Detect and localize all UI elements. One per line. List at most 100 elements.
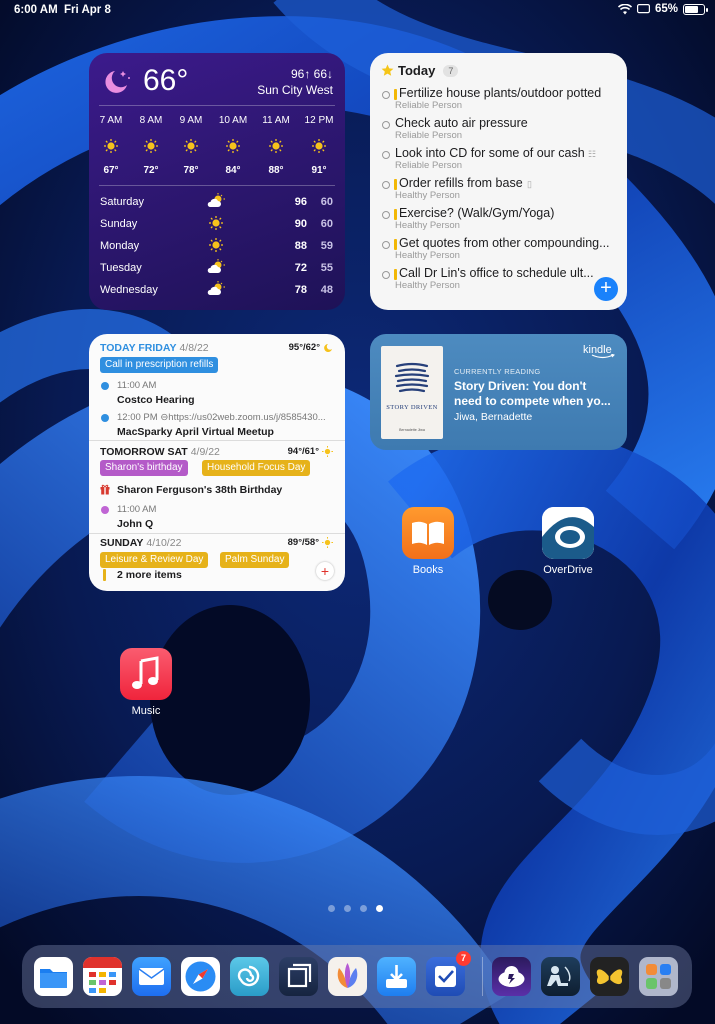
safari-app-icon[interactable] (181, 957, 220, 996)
calendar-event[interactable]: 11:00 AM Costco Hearing (100, 380, 340, 408)
calendar-event[interactable]: Sharon Ferguson's 38th Birthday (100, 484, 340, 498)
reminder-item[interactable]: Get quotes from other compounding... Hea… (382, 235, 618, 265)
reminder-checkbox[interactable] (382, 211, 390, 219)
flag-icon (394, 209, 397, 220)
reminder-checkbox[interactable] (382, 271, 390, 279)
reminder-item[interactable]: Fertilize house plants/outdoor potted Re… (382, 85, 618, 115)
sunday-weather: 89°/58° (288, 537, 333, 548)
current-temperature: 66° (143, 64, 189, 97)
reminder-item[interactable]: Order refills from base ▯ Healthy Person (382, 175, 618, 205)
window-icon (287, 963, 312, 988)
book-title-line2: need to compete when yo... (454, 394, 611, 408)
grid-icon (646, 964, 671, 989)
reminders-widget[interactable]: Today 7 Fertilize house plants/outdoor p… (370, 53, 627, 310)
day-high: 96 (294, 196, 307, 208)
tomorrow-label: TOMORROW SAT (100, 446, 188, 458)
books-label: Books (412, 564, 444, 576)
divider (89, 440, 345, 441)
event-name: Costco Hearing (117, 394, 195, 406)
files-app-icon[interactable] (34, 957, 73, 996)
reminder-title: Get quotes from other compounding... (399, 236, 610, 250)
reminder-checkbox[interactable] (382, 241, 390, 249)
book-author: Jiwa, Bernadette (454, 411, 533, 423)
reminder-checkbox[interactable] (382, 151, 390, 159)
event-chip[interactable]: Palm Sunday (220, 552, 290, 568)
app-library-icon[interactable] (639, 957, 678, 996)
sun-icon (269, 139, 283, 153)
bridge-app-icon[interactable] (230, 957, 269, 996)
more-items[interactable]: 2 more items (100, 569, 340, 583)
event-chip[interactable]: Household Focus Day (202, 460, 311, 476)
kindle-widget[interactable]: STORY DRIVEN Bernadette Jiwa kindle CURR… (370, 334, 627, 450)
cloud-app-icon[interactable] (492, 957, 531, 996)
event-chip[interactable]: Call in prescription refills (100, 357, 219, 373)
flag-icon (394, 239, 397, 250)
calendar-event[interactable]: 11:00 AM John Q (100, 504, 340, 532)
reminder-item[interactable]: Exercise? (Walk/Gym/Yoga) Healthy Person (382, 205, 618, 235)
reminders-header[interactable]: Today 7 (381, 63, 459, 78)
reminder-list: Healthy Person (395, 220, 460, 231)
overdrive-app-icon[interactable]: OverDrive (536, 507, 600, 576)
today-weather: 95°/62° (289, 342, 333, 353)
status-date: Fri Apr 8 (64, 4, 111, 16)
transloader-app-icon[interactable] (377, 957, 416, 996)
day-high: 88 (294, 240, 307, 252)
calendar-event[interactable]: 12:00 PM ⊖https://us02web.zoom.us/j/8585… (100, 412, 340, 440)
weather-widget[interactable]: 66° 96↑ 66↓ Sun City West 7 AM 67° 8 AM … (89, 53, 345, 310)
battery-percent: 65% (654, 3, 678, 15)
add-reminder-button[interactable]: + (594, 277, 618, 301)
moon-icon (324, 343, 332, 352)
page-dot[interactable] (328, 905, 335, 912)
tes-app-icon[interactable] (590, 957, 629, 996)
page-dot[interactable] (360, 905, 367, 912)
reminder-title: Call Dr Lin's office to schedule ult... (399, 266, 594, 280)
reminder-checkbox[interactable] (382, 181, 390, 189)
day-row: Wednesday 78 48 (89, 281, 345, 299)
sun-icon (322, 446, 333, 457)
music-app-icon[interactable]: Music (114, 648, 178, 717)
reminder-checkbox[interactable] (382, 121, 390, 129)
books-app-icon[interactable]: Books (396, 507, 460, 576)
day-row: Monday 88 59 (89, 237, 345, 255)
page-dot-current[interactable] (376, 905, 383, 912)
cover-art (394, 362, 430, 393)
sunday-label: SUNDAY (100, 537, 144, 549)
multi-window-app-icon[interactable] (279, 957, 318, 996)
day-low: 60 (320, 196, 333, 208)
today-header[interactable]: TODAY FRIDAY 4/8/22 (100, 342, 209, 354)
fantastical-app-icon[interactable] (83, 957, 122, 996)
event-chip[interactable]: Sharon's birthday (100, 460, 188, 476)
reminder-list: Healthy Person (395, 250, 460, 261)
event-dot (101, 382, 109, 390)
hour-temp: 67° (103, 165, 119, 176)
event-time: 11:00 AM (117, 380, 157, 391)
day-high: 72 (294, 262, 307, 274)
page-dot[interactable] (344, 905, 351, 912)
reminder-title: Order refills from base (399, 176, 523, 190)
reminder-item[interactable]: Call Dr Lin's office to schedule ult... … (382, 265, 618, 295)
reminder-item[interactable]: Check auto air pressure Reliable Person (382, 115, 618, 145)
book-title-line1: Story Driven: You don't (454, 379, 587, 393)
day-high: 90 (294, 218, 307, 230)
hour-label: 12 PM (304, 115, 334, 126)
page-indicator[interactable] (328, 905, 383, 912)
calendar-widget[interactable]: TODAY FRIDAY 4/8/22 95°/62° Call in presc… (89, 334, 345, 591)
book-cover[interactable]: STORY DRIVEN Bernadette Jiwa (381, 346, 443, 439)
event-chip[interactable]: Leisure & Review Day (100, 552, 209, 568)
hour-temp: 84° (225, 165, 241, 176)
reminder-checkbox[interactable] (382, 91, 390, 99)
omnifocus-app-icon[interactable]: 7 (426, 951, 471, 996)
status-time: 6:00 AM (14, 4, 58, 16)
craft-app-icon[interactable] (328, 957, 367, 996)
tomorrow-header[interactable]: TOMORROW SAT 4/9/22 (100, 446, 220, 458)
reminder-item[interactable]: Look into CD for some of our cash ☷ Reli… (382, 145, 618, 175)
today-hi-lo: 95°/62° (288, 342, 320, 353)
sunday-header[interactable]: SUNDAY 4/10/22 (100, 537, 181, 549)
download-icon (386, 965, 407, 988)
day-name: Sunday (100, 218, 138, 230)
add-event-button[interactable]: + (316, 562, 334, 580)
sun-icon (104, 139, 118, 153)
mail-app-icon[interactable] (132, 957, 171, 996)
event-url: https://us02web.zoom.us/j/8585430... (168, 412, 326, 423)
kindle-app-icon[interactable] (541, 957, 580, 996)
